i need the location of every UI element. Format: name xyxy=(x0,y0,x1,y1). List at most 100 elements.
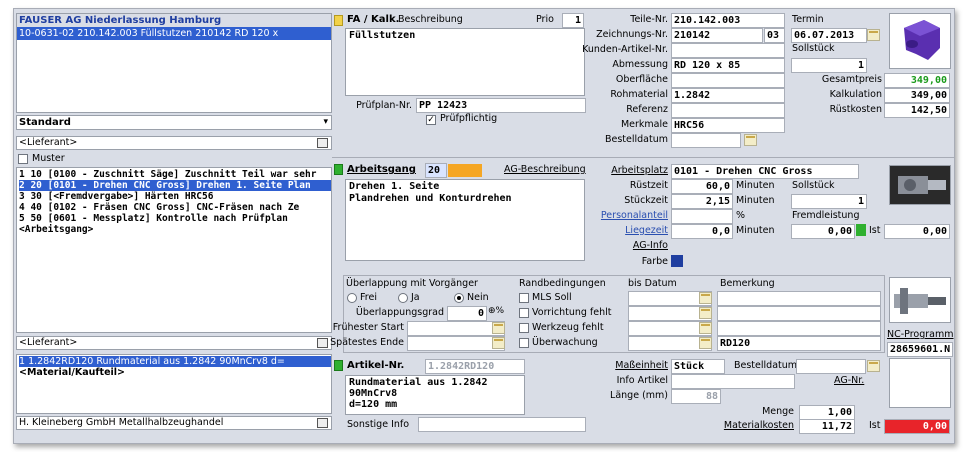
merkmale-field[interactable]: HRC56 xyxy=(671,118,785,133)
grad-field[interactable]: 0 xyxy=(447,306,487,321)
standard-select[interactable]: Standard ▾ xyxy=(16,115,332,130)
arbeitsplatz-field[interactable]: 0101 - Drehen CNC Gross xyxy=(671,164,859,179)
nc-programm-field[interactable]: 28659601.N xyxy=(887,342,953,357)
spinner-icon[interactable]: ⊕% xyxy=(488,306,504,316)
werkzeug-checkbox[interactable] xyxy=(519,323,529,333)
company-header: FAUSER AG Niederlassung Hamburg xyxy=(17,14,331,27)
spaetestes-field[interactable] xyxy=(407,336,505,351)
fremdleistung-field[interactable]: 0,00 xyxy=(791,224,855,239)
ag-sollstueck-field[interactable]: 1 xyxy=(791,194,867,209)
zeichnungs-index-field[interactable]: 03 xyxy=(764,28,785,43)
radio-nein[interactable] xyxy=(454,293,464,303)
nc-image[interactable] xyxy=(889,277,951,323)
calendar-icon[interactable] xyxy=(492,337,505,349)
laenge-field[interactable]: 88 xyxy=(671,389,721,404)
lieferant-field-1[interactable]: <Lieferant> xyxy=(16,136,332,150)
ag-nr-link[interactable]: AG-Nr. xyxy=(834,375,864,386)
teile-nr-field[interactable]: 210.142.003 xyxy=(671,13,785,28)
operations-list[interactable]: 1 10 [0100 - Zuschnitt Säge] Zuschnitt T… xyxy=(16,167,332,333)
arbeitsplatz-link[interactable]: Arbeitsplatz xyxy=(588,165,668,176)
calendar-icon[interactable] xyxy=(867,360,880,372)
pruefpflichtig-checkbox[interactable]: ✓ xyxy=(426,115,436,125)
ag-sollstueck-label: Sollstück xyxy=(792,180,835,191)
menge-label: Menge xyxy=(762,406,794,417)
personalanteil-field[interactable] xyxy=(671,209,733,224)
calendar-icon[interactable] xyxy=(867,29,880,41)
order-line-selected[interactable]: 10-0631-02 210.142.003 Füllstutzen 21014… xyxy=(17,27,331,40)
artikel-bestelldatum-field[interactable] xyxy=(796,359,866,374)
order-list[interactable]: FAUSER AG Niederlassung Hamburg 10-0631-… xyxy=(16,13,332,113)
mls-checkbox[interactable] xyxy=(519,293,529,303)
zeichnungs-field[interactable]: 210142 xyxy=(671,28,763,43)
lookup-icon[interactable] xyxy=(317,418,328,428)
liegezeit-field[interactable]: 0,0 xyxy=(671,224,733,239)
artikel-image[interactable] xyxy=(889,358,951,408)
radio-ja[interactable] xyxy=(398,293,408,303)
liegezeit-link[interactable]: Liegezeit xyxy=(588,225,668,236)
materialkosten-link[interactable]: Materialkosten xyxy=(704,420,794,431)
stueckzeit-field[interactable]: 2,15 xyxy=(671,194,733,209)
radio-frei[interactable] xyxy=(347,293,357,303)
bemerkung-field-3[interactable] xyxy=(717,321,881,336)
sonstige-info-field[interactable] xyxy=(418,417,586,432)
lieferant-field-2[interactable]: <Lieferant> xyxy=(16,336,332,350)
referenz-label: Referenz xyxy=(626,104,668,115)
ag-beschreibung-link[interactable]: AG-Beschreibung xyxy=(504,164,586,175)
arbeitsgang-title[interactable]: Arbeitsgang xyxy=(347,164,416,175)
bestelldatum-field[interactable] xyxy=(671,133,741,148)
kunden-artikel-field[interactable] xyxy=(671,43,785,58)
calendar-icon[interactable] xyxy=(699,307,712,319)
material-item-new[interactable]: <Material/Kaufteil> xyxy=(19,367,331,378)
machine-image[interactable] xyxy=(889,165,951,205)
oberflaeche-field[interactable] xyxy=(671,73,785,88)
calendar-icon[interactable] xyxy=(699,337,712,349)
calendar-icon[interactable] xyxy=(699,322,712,334)
artikel-status-marker xyxy=(334,360,343,371)
termin-date-field[interactable]: 06.07.2013 xyxy=(791,28,867,43)
ag-info-link[interactable]: AG-Info xyxy=(588,240,668,251)
menge-field[interactable]: 1,00 xyxy=(799,405,855,420)
abmessung-field[interactable]: RD 120 x 85 xyxy=(671,58,785,73)
operation-item-new[interactable]: <Arbeitsgang> xyxy=(19,224,331,235)
description-textarea[interactable]: Füllstutzen xyxy=(345,28,585,96)
lookup-icon[interactable] xyxy=(317,138,328,148)
gesamtpreis-label: Gesamtpreis xyxy=(821,74,882,85)
operation-item[interactable]: 5 50 [0601 - Messplatz] Kontrolle nach P… xyxy=(19,213,331,224)
bemerkung-field-2[interactable] xyxy=(717,306,881,321)
masseinheit-field[interactable]: Stück xyxy=(671,359,725,374)
arbeitsgang-number[interactable]: 20 xyxy=(425,163,447,178)
calendar-icon[interactable] xyxy=(699,292,712,304)
bemerkung-field-4[interactable]: RD120 xyxy=(717,336,881,351)
bemerkung-field-1[interactable] xyxy=(717,291,881,306)
ag-description-textarea[interactable]: Drehen 1. Seite Plandrehen und Konturdre… xyxy=(345,179,585,261)
sollstueck-field[interactable]: 1 xyxy=(791,58,867,73)
nc-programm-link[interactable]: NC-Programm xyxy=(887,329,954,340)
ist-label: Ist xyxy=(869,225,881,236)
part-image[interactable] xyxy=(889,13,951,69)
material-list[interactable]: 1 1.2842RD120 Rundmaterial aus 1.2842 90… xyxy=(16,354,332,414)
vorrichtung-checkbox[interactable] xyxy=(519,308,529,318)
operation-item[interactable]: 3 30 [<Fremdvergabe>] Härten HRC56 xyxy=(19,191,331,202)
referenz-field[interactable] xyxy=(671,103,785,118)
rohmaterial-field[interactable]: 1.2842 xyxy=(671,88,785,103)
ueberwachung-checkbox[interactable] xyxy=(519,338,529,348)
material-item-selected[interactable]: 1 1.2842RD120 Rundmaterial aus 1.2842 90… xyxy=(19,356,331,367)
farbe-swatch[interactable] xyxy=(671,255,683,267)
pruefplan-field[interactable]: PP 12423 xyxy=(416,98,586,113)
pruefplan-label: Prüfplan-Nr. xyxy=(356,100,412,111)
artikel-number-field[interactable]: 1.2842RD120 xyxy=(425,359,525,374)
operation-item[interactable]: 1 10 [0100 - Zuschnitt Säge] Zuschnitt T… xyxy=(19,169,331,180)
prio-field[interactable]: 1 xyxy=(562,13,584,28)
operation-item[interactable]: 4 40 [0102 - Fräsen CNC Gross] CNC-Fräse… xyxy=(19,202,331,213)
fruehester-field[interactable] xyxy=(407,321,505,336)
supplier-field[interactable]: H. Kleineberg GmbH Metallhalbzeughandel xyxy=(16,416,332,430)
operation-item-selected[interactable]: 2 20 [0101 - Drehen CNC Gross] Drehen 1.… xyxy=(19,180,331,191)
fa-status-marker xyxy=(334,15,343,26)
personalanteil-link[interactable]: Personalanteil xyxy=(588,210,668,221)
masseinheit-link[interactable]: Maßeinheit xyxy=(588,360,668,371)
muster-checkbox[interactable] xyxy=(18,154,28,164)
ruestzeit-field[interactable]: 60,0 xyxy=(671,179,733,194)
calendar-icon[interactable] xyxy=(492,322,505,334)
info-artikel-field[interactable] xyxy=(671,374,795,389)
calendar-icon[interactable] xyxy=(744,134,757,146)
